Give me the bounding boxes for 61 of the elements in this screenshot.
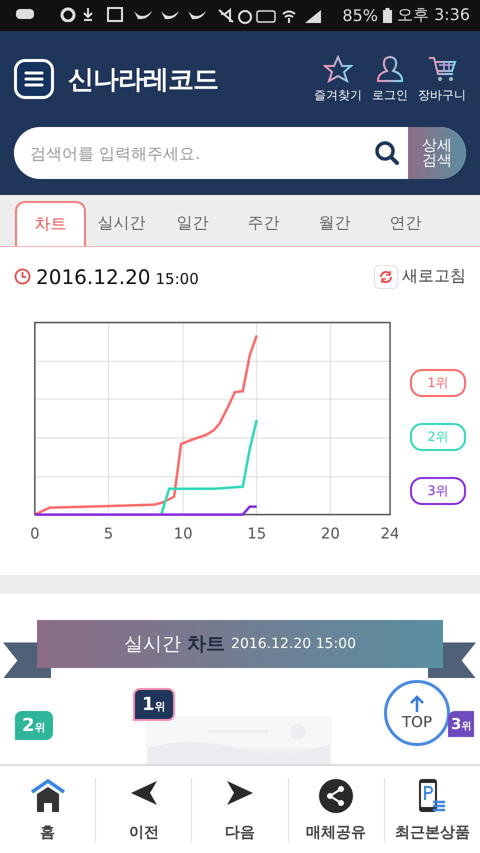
star-icon bbox=[323, 54, 353, 83]
bird-icon bbox=[188, 10, 206, 19]
axis-tick-label: 10 bbox=[174, 524, 193, 542]
refresh-icon bbox=[379, 270, 393, 284]
header-action[interactable]: 로그인 bbox=[372, 54, 408, 104]
menu-icon bbox=[24, 71, 44, 88]
rank-badge: 3위 bbox=[448, 711, 474, 738]
refresh-button[interactable]: 새로고침 bbox=[374, 264, 466, 289]
alarm-icon bbox=[238, 10, 252, 24]
advanced-search-button[interactable]: 상세 검색 bbox=[408, 127, 466, 180]
nav-item[interactable]: 다음 bbox=[191, 778, 288, 842]
signal-icon bbox=[305, 10, 322, 23]
image-icon bbox=[107, 6, 123, 22]
nav-item[interactable]: 이전 bbox=[95, 778, 192, 842]
tab[interactable]: 일간 bbox=[157, 200, 228, 246]
nav-item[interactable]: 최근본상품 bbox=[384, 778, 480, 842]
battery-level: 85% bbox=[342, 6, 378, 26]
user-icon bbox=[376, 54, 404, 83]
section-timestamp: 2016.12.20 15:00 bbox=[231, 636, 356, 652]
mute-icon bbox=[218, 8, 234, 23]
cart-icon bbox=[427, 54, 457, 83]
clock: 오후 3:36 bbox=[396, 5, 470, 26]
axis-tick-label: 5 bbox=[104, 524, 114, 542]
ring-icon bbox=[60, 7, 76, 22]
clock-icon bbox=[14, 268, 31, 286]
tab[interactable]: 월간 bbox=[299, 200, 370, 246]
section-title: 실시간 차트 bbox=[124, 632, 226, 658]
wifi-icon bbox=[282, 10, 296, 24]
download-icon bbox=[83, 6, 93, 21]
chart-date: 2016.12.20 bbox=[36, 264, 151, 289]
share-icon bbox=[318, 778, 354, 814]
axis-tick-label: 20 bbox=[320, 524, 340, 542]
tab[interactable]: 주간 bbox=[228, 200, 299, 246]
tab[interactable]: 차트 bbox=[15, 200, 86, 246]
menu-button[interactable] bbox=[14, 59, 54, 100]
search-bar[interactable]: 검색어를 입력해주세요. 상세 검색 bbox=[14, 127, 466, 180]
nav-item[interactable]: 매체공유 bbox=[288, 778, 384, 842]
scroll-top-button[interactable]: TOP bbox=[384, 680, 450, 746]
message-icon bbox=[16, 8, 34, 19]
battery-icon bbox=[382, 8, 392, 24]
phone-list-icon bbox=[417, 778, 448, 814]
bird-icon bbox=[161, 10, 179, 19]
tab[interactable]: 연간 bbox=[370, 200, 441, 246]
tab[interactable]: 실시간 bbox=[86, 200, 157, 246]
rank-badge: 2위 bbox=[15, 711, 53, 740]
logo-text[interactable]: 신나라레코드 bbox=[68, 62, 218, 97]
bird-icon bbox=[134, 10, 152, 19]
legend-pill: 1위 bbox=[410, 368, 466, 397]
legend-pill: 3위 bbox=[410, 476, 466, 505]
header-action[interactable]: 즐겨찾기 bbox=[314, 54, 362, 104]
axis-tick-label: 15 bbox=[247, 524, 266, 542]
nav-item[interactable]: 홈 bbox=[0, 778, 96, 842]
legend-pill: 2위 bbox=[410, 422, 466, 451]
rank-badge: 1위 bbox=[133, 688, 175, 722]
search-icon[interactable] bbox=[374, 140, 400, 166]
up-arrow-icon bbox=[410, 695, 424, 714]
home-icon bbox=[28, 778, 67, 814]
hd-icon bbox=[256, 10, 276, 22]
axis-tick-label: 0 bbox=[30, 524, 40, 542]
chart-time: 15:00 bbox=[156, 270, 199, 288]
header-action[interactable]: 장바구니 bbox=[418, 54, 466, 104]
